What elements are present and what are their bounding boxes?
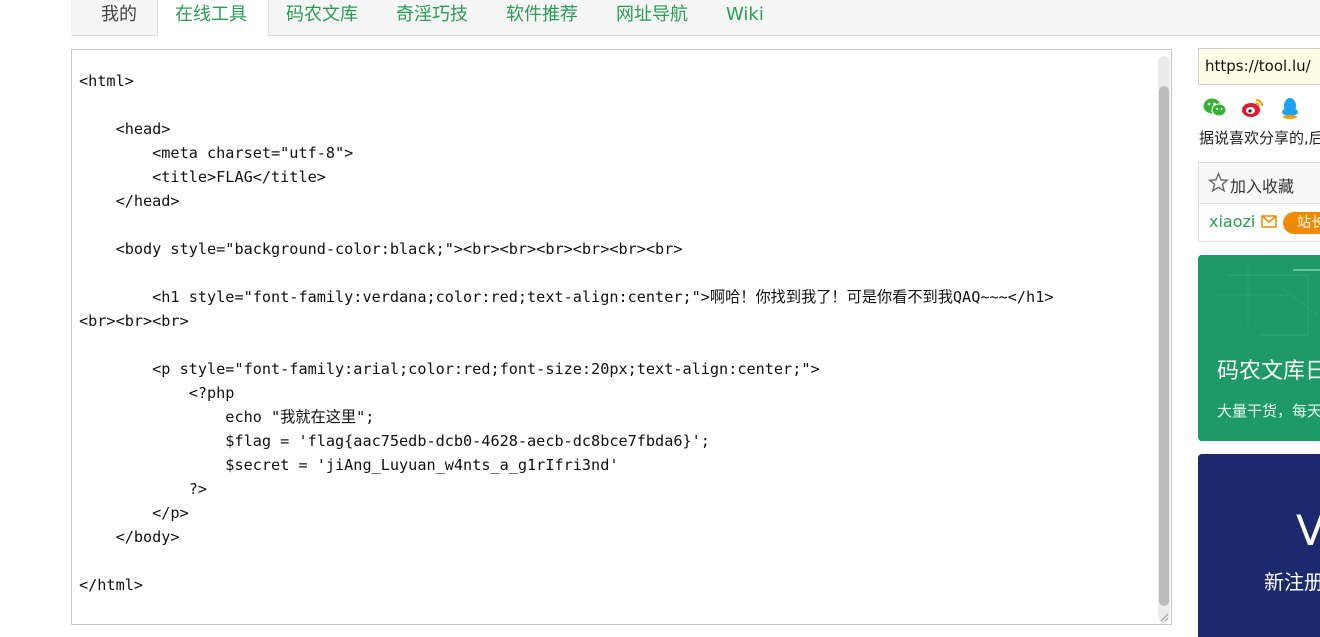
tab-tricks[interactable]: 奇淫巧技: [396, 0, 468, 36]
promo-banner[interactable]: V 新注册: [1198, 454, 1320, 637]
code-line: <html>: [79, 72, 134, 90]
coder-library-banner[interactable]: 码农文库日 大量干货，每天: [1198, 255, 1320, 441]
status-badge: 站长: [1283, 212, 1320, 234]
weibo-icon[interactable]: [1241, 97, 1265, 123]
promo-banner-letter: V: [1296, 506, 1320, 555]
code-line: echo "我就在这里";: [79, 408, 375, 426]
code-line: <h1 style="font-family:verdana;color:red…: [79, 288, 1054, 306]
favorite-row[interactable]: 加入收藏: [1199, 163, 1320, 204]
wechat-icon[interactable]: [1203, 97, 1227, 123]
tab-online-tools[interactable]: 在线工具: [157, 0, 269, 37]
code-content[interactable]: <html> <head> <meta charset="utf-8"> <ti…: [79, 69, 1054, 597]
vertical-scrollbar[interactable]: [1158, 56, 1170, 622]
code-line: </body>: [79, 528, 180, 546]
tab-software[interactable]: 软件推荐: [506, 0, 578, 36]
tab-mine[interactable]: 我的: [101, 0, 137, 36]
code-line: </p>: [79, 504, 189, 522]
mail-icon[interactable]: [1261, 215, 1277, 228]
code-line: <br><br><br>: [79, 312, 189, 330]
code-line: <title>FLAG</title>: [79, 168, 326, 186]
top-nav: 我的 在线工具 码农文库 奇淫巧技 软件推荐 网址导航 Wiki: [71, 0, 1320, 37]
code-line: $secret = 'jiAng_Luyuan_w4nts_a_g1rIfri3…: [79, 456, 619, 474]
add-favorite-label[interactable]: 加入收藏: [1230, 173, 1294, 197]
tab-wiki[interactable]: Wiki: [726, 0, 764, 36]
resize-handle-icon[interactable]: [1160, 613, 1169, 622]
share-url-field[interactable]: https://tool.lu/: [1198, 48, 1320, 85]
code-line: </html>: [79, 576, 144, 594]
code-line: </head>: [79, 192, 180, 210]
user-name-link[interactable]: xiaozi: [1209, 212, 1255, 231]
code-line: $flag = 'flag{aac75edb-dcb0-4628-aecb-dc…: [79, 432, 710, 450]
code-line: <head>: [79, 120, 171, 138]
code-line: <p style="font-family:arial;color:red;fo…: [79, 360, 820, 378]
favorite-panel: 加入收藏 xiaozi 站长: [1198, 162, 1320, 242]
qq-icon[interactable]: [1280, 97, 1300, 123]
star-icon: [1208, 172, 1229, 193]
scrollbar-thumb[interactable]: [1159, 86, 1169, 606]
code-line: <meta charset="utf-8">: [79, 144, 354, 162]
code-line: ?>: [79, 480, 208, 498]
code-line: <body style="background-color:black;"><b…: [79, 240, 683, 258]
code-line: <?php: [79, 384, 235, 402]
tab-url-nav[interactable]: 网址导航: [616, 0, 688, 36]
promo-banner-subtitle: 新注册: [1264, 570, 1320, 594]
code-editor[interactable]: <html> <head> <meta charset="utf-8"> <ti…: [71, 49, 1172, 625]
tab-coder-library[interactable]: 码农文库: [286, 0, 358, 36]
banner-title: 码农文库日: [1217, 359, 1320, 384]
share-hint-text: 据说喜欢分享的,后: [1199, 129, 1320, 147]
banner-subtitle: 大量干货，每天: [1217, 402, 1320, 420]
